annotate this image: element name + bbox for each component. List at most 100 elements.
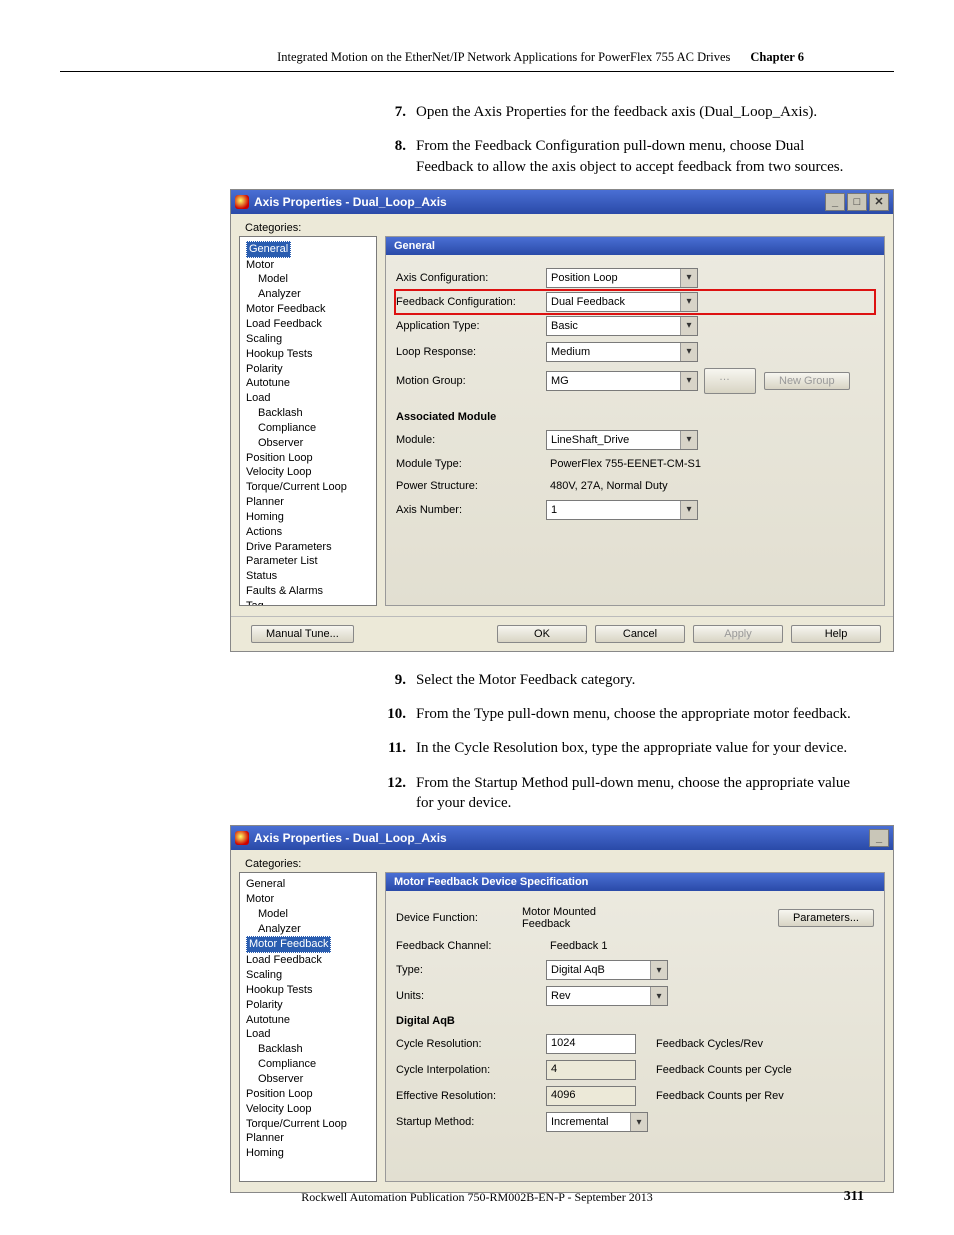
tree-item[interactable]: Compliance — [244, 1057, 374, 1072]
tree-item[interactable]: Load Feedback — [244, 317, 374, 332]
tree-item[interactable]: Polarity — [244, 998, 374, 1013]
tree-item[interactable]: Position Loop — [244, 1087, 374, 1102]
effective-resolution-suffix: Feedback Counts per Rev — [656, 1090, 784, 1102]
tree-item[interactable]: Homing — [244, 1146, 374, 1161]
tree-item[interactable]: General — [244, 241, 374, 258]
application-type-select[interactable]: Basic — [546, 316, 698, 336]
cancel-button[interactable]: Cancel — [595, 625, 685, 643]
tree-item[interactable]: Compliance — [244, 421, 374, 436]
chevron-down-icon[interactable] — [680, 293, 697, 311]
step-12: 12. From the Startup Method pull-down me… — [380, 773, 864, 814]
tree-item[interactable]: Observer — [244, 436, 374, 451]
tree-item[interactable]: Polarity — [244, 362, 374, 377]
categories-tree[interactable]: GeneralMotorModelAnalyzerMotor FeedbackL… — [239, 236, 377, 606]
tree-item[interactable]: Velocity Loop — [244, 1102, 374, 1117]
units-select[interactable]: Rev — [546, 986, 668, 1006]
startup-method-select[interactable]: Incremental — [546, 1112, 648, 1132]
parameters-button[interactable]: Parameters... — [778, 909, 874, 927]
chevron-down-icon[interactable] — [650, 987, 667, 1005]
tree-item[interactable]: Torque/Current Loop — [244, 1117, 374, 1132]
feedback-config-select[interactable]: Dual Feedback — [546, 292, 698, 312]
minimize-button[interactable]: _ — [825, 193, 845, 211]
tree-item[interactable]: Analyzer — [244, 287, 374, 302]
categories-tree[interactable]: GeneralMotorModelAnalyzerMotor FeedbackL… — [239, 872, 377, 1182]
step-9: 9. Select the Motor Feedback category. — [380, 670, 864, 690]
tree-item[interactable]: Torque/Current Loop — [244, 480, 374, 495]
axis-config-select[interactable]: Position Loop — [546, 268, 698, 288]
tree-item[interactable]: Load Feedback — [244, 953, 374, 968]
chevron-down-icon[interactable] — [680, 501, 697, 519]
step-text: Open the Axis Properties for the feedbac… — [416, 102, 864, 122]
tree-item[interactable]: Load — [244, 1027, 374, 1042]
tree-item[interactable]: Backlash — [244, 1042, 374, 1057]
tree-item[interactable]: Model — [244, 907, 374, 922]
loop-response-select[interactable]: Medium — [546, 342, 698, 362]
ok-button[interactable]: OK — [497, 625, 587, 643]
window-title: Axis Properties - Dual_Loop_Axis — [254, 195, 447, 209]
tree-item[interactable]: Drive Parameters — [244, 540, 374, 555]
manual-tune-button[interactable]: Manual Tune... — [251, 625, 354, 643]
associated-module-heading: Associated Module — [396, 411, 874, 423]
step-text: Select the Motor Feedback category. — [416, 670, 864, 690]
tree-item[interactable]: Velocity Loop — [244, 465, 374, 480]
maximize-button[interactable]: □ — [847, 193, 867, 211]
loop-response-label: Loop Response: — [396, 346, 546, 358]
tree-item[interactable]: Load — [244, 391, 374, 406]
page-number: 311 — [844, 1189, 864, 1205]
tree-item[interactable]: Tag — [244, 599, 374, 606]
titlebar: Axis Properties - Dual_Loop_Axis _ — [231, 826, 893, 850]
minimize-button[interactable]: _ — [869, 829, 889, 847]
cycle-interpolation-value: 4 — [546, 1060, 636, 1080]
step-text: From the Type pull-down menu, choose the… — [416, 704, 864, 724]
axis-number-select[interactable]: 1 — [546, 500, 698, 520]
chevron-down-icon[interactable] — [680, 317, 697, 335]
close-button[interactable]: ✕ — [869, 193, 889, 211]
tree-item[interactable]: Hookup Tests — [244, 983, 374, 998]
ellipsis-button: … — [704, 368, 756, 394]
tree-item[interactable]: Hookup Tests — [244, 347, 374, 362]
chevron-down-icon[interactable] — [680, 343, 697, 361]
units-label: Units: — [396, 990, 546, 1002]
chevron-down-icon[interactable] — [630, 1113, 647, 1131]
step-8: 8. From the Feedback Configuration pull-… — [380, 136, 864, 177]
step-number: 7. — [380, 102, 406, 122]
tree-item[interactable]: Backlash — [244, 406, 374, 421]
cycle-resolution-input[interactable]: 1024 — [546, 1034, 636, 1054]
cycle-resolution-label: Cycle Resolution: — [396, 1038, 546, 1050]
new-group-button: New Group — [764, 372, 850, 390]
chevron-down-icon[interactable] — [680, 431, 697, 449]
startup-method-label: Startup Method: — [396, 1116, 546, 1128]
device-function-label: Device Function: — [396, 912, 518, 924]
step-number: 11. — [380, 738, 406, 758]
step-number: 9. — [380, 670, 406, 690]
tree-item[interactable]: Actions — [244, 525, 374, 540]
tree-item[interactable]: General — [244, 877, 374, 892]
tree-item[interactable]: Motor Feedback — [244, 302, 374, 317]
type-select[interactable]: Digital AqB — [546, 960, 668, 980]
tree-item[interactable]: Motor Feedback — [244, 936, 374, 953]
tree-item[interactable]: Planner — [244, 1131, 374, 1146]
tree-item[interactable]: Homing — [244, 510, 374, 525]
tree-item[interactable]: Observer — [244, 1072, 374, 1087]
chevron-down-icon[interactable] — [650, 961, 667, 979]
page-header: Integrated Motion on the EtherNet/IP Net… — [60, 0, 894, 72]
tree-item[interactable]: Parameter List — [244, 554, 374, 569]
chevron-down-icon[interactable] — [680, 269, 697, 287]
tree-item[interactable]: Faults & Alarms — [244, 584, 374, 599]
tree-item[interactable]: Scaling — [244, 332, 374, 347]
tree-item[interactable]: Motor — [244, 258, 374, 273]
tree-item[interactable]: Motor — [244, 892, 374, 907]
tree-item[interactable]: Position Loop — [244, 451, 374, 466]
help-button[interactable]: Help — [791, 625, 881, 643]
tree-item[interactable]: Scaling — [244, 968, 374, 983]
motion-group-select[interactable]: MG — [546, 371, 698, 391]
tree-item[interactable]: Status — [244, 569, 374, 584]
tree-item[interactable]: Autotune — [244, 376, 374, 391]
tree-item[interactable]: Planner — [244, 495, 374, 510]
tree-item[interactable]: Analyzer — [244, 922, 374, 937]
device-function-value: Motor Mounted Feedback — [518, 904, 628, 932]
tree-item[interactable]: Model — [244, 272, 374, 287]
tree-item[interactable]: Autotune — [244, 1013, 374, 1028]
module-select[interactable]: LineShaft_Drive — [546, 430, 698, 450]
chevron-down-icon[interactable] — [680, 372, 697, 390]
